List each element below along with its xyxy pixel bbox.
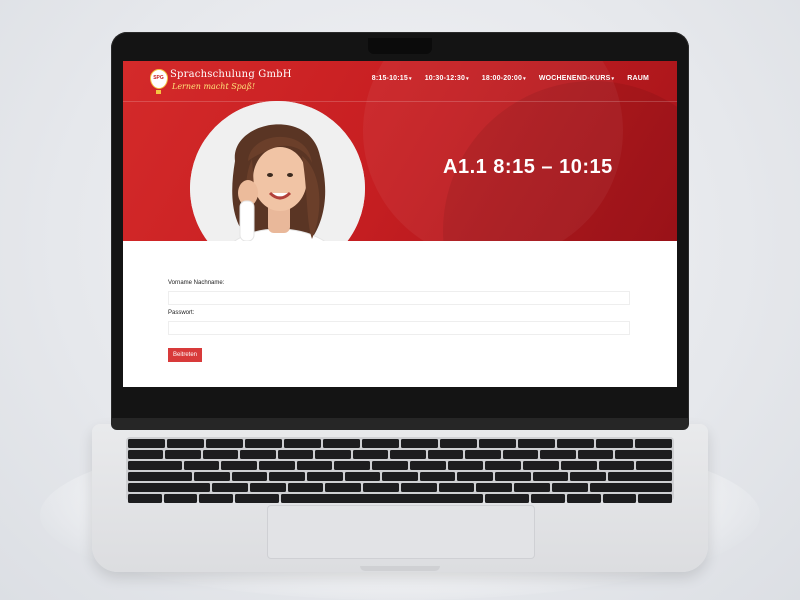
caret-down-icon: ▾ bbox=[611, 76, 615, 82]
laptop-front-lip bbox=[360, 566, 440, 571]
caret-down-icon: ▾ bbox=[466, 76, 469, 82]
page-title: A1.1 8:15 – 10:15 bbox=[443, 156, 613, 178]
caret-down-icon: ▾ bbox=[523, 76, 526, 82]
keyboard bbox=[126, 437, 674, 503]
brand-logo[interactable]: SPG Sprachschulung GmbH Lernen macht Spa… bbox=[150, 67, 292, 95]
hero-portrait-image bbox=[190, 101, 365, 241]
camera-notch bbox=[368, 38, 432, 54]
nav-item-1030-1230[interactable]: 10:30-12:30▾ bbox=[425, 75, 469, 82]
join-form: Vorname Nachname: Passwort: Beitreten bbox=[168, 280, 632, 362]
top-navbar: SPG Sprachschulung GmbH Lernen macht Spa… bbox=[123, 61, 677, 102]
name-label: Vorname Nachname: bbox=[168, 280, 225, 286]
nav-item-0815-1015[interactable]: 8:15-10:15▾ bbox=[372, 75, 412, 82]
brand-name: Sprachschulung GmbH bbox=[170, 69, 292, 80]
name-field[interactable] bbox=[168, 291, 630, 305]
nav-item-wochenend-kurs[interactable]: WOCHENEND-KURS▾ bbox=[539, 75, 614, 82]
trackpad bbox=[267, 505, 535, 559]
nav-item-1800-2000[interactable]: 18:00-20:00▾ bbox=[482, 75, 526, 82]
join-button[interactable]: Beitreten bbox=[168, 348, 203, 362]
hot-air-balloon-icon: SPG bbox=[150, 69, 168, 89]
hero-banner: SPG Sprachschulung GmbH Lernen macht Spa… bbox=[123, 61, 677, 241]
laptop-hinge bbox=[111, 418, 689, 430]
laptop-screen: SPG Sprachschulung GmbH Lernen macht Spa… bbox=[123, 61, 677, 387]
nav-item-raum[interactable]: RAUM bbox=[627, 75, 649, 82]
main-nav: 8:15-10:15▾ 10:30-12:30▾ 18:00-20:00▾ WO… bbox=[372, 75, 649, 82]
password-field[interactable] bbox=[168, 321, 630, 335]
password-label: Passwort: bbox=[168, 310, 195, 316]
brand-tagline: Lernen macht Spaß! bbox=[172, 82, 256, 91]
balloon-basket bbox=[156, 90, 161, 94]
caret-down-icon: ▾ bbox=[409, 76, 412, 82]
